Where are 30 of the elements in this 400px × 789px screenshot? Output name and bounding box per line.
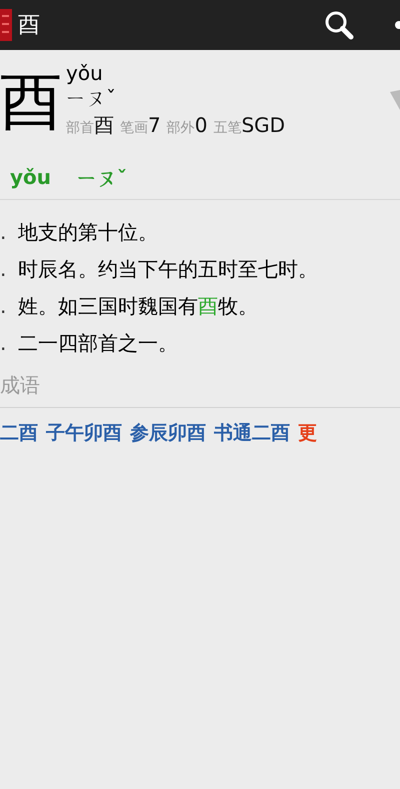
- more-link[interactable]: 更: [298, 420, 317, 446]
- stat-value: 7: [148, 113, 161, 137]
- idioms-heading: 成语: [0, 362, 400, 408]
- search-icon[interactable]: [324, 10, 354, 40]
- pinyin: yǒu: [66, 60, 104, 86]
- app-logo-icon[interactable]: [0, 7, 12, 43]
- definition-text: 地支的第十位。: [18, 219, 158, 246]
- app-title: 酉: [18, 12, 40, 40]
- stat-value: SGD: [241, 113, 286, 137]
- stat-label: 五笔: [213, 119, 242, 137]
- stat-label: 部外: [166, 119, 195, 137]
- reading-zhuyin: ㄧㄡˇ: [77, 165, 128, 191]
- definition-text: 二一四部首之一。: [18, 330, 178, 357]
- idiom-link[interactable]: 子午卯酉: [46, 420, 122, 446]
- definition-text: 时辰名。约当下午的五时至七时。: [18, 256, 318, 283]
- stat-value: 酉: [94, 112, 114, 139]
- headword: 酉: [0, 64, 62, 140]
- definition-number: .: [0, 330, 8, 357]
- stat-label: 笔画: [120, 119, 148, 137]
- zhuyin: ㄧㄡˇ: [66, 86, 117, 110]
- definition-text: 姓。如三国时魏国有酉牧。: [18, 293, 258, 320]
- idiom-link[interactable]: 二酉: [0, 420, 38, 446]
- idiom-link[interactable]: 书通二酉: [214, 420, 290, 446]
- stat-value: 0: [194, 113, 208, 137]
- reading-pinyin: yǒu: [10, 165, 52, 191]
- definition-number: .: [0, 293, 8, 320]
- definition-number: .: [0, 256, 8, 283]
- stat-label: 部首: [66, 119, 94, 137]
- idiom-link[interactable]: 参辰卯酉: [130, 420, 206, 446]
- definition-number: .: [0, 219, 8, 246]
